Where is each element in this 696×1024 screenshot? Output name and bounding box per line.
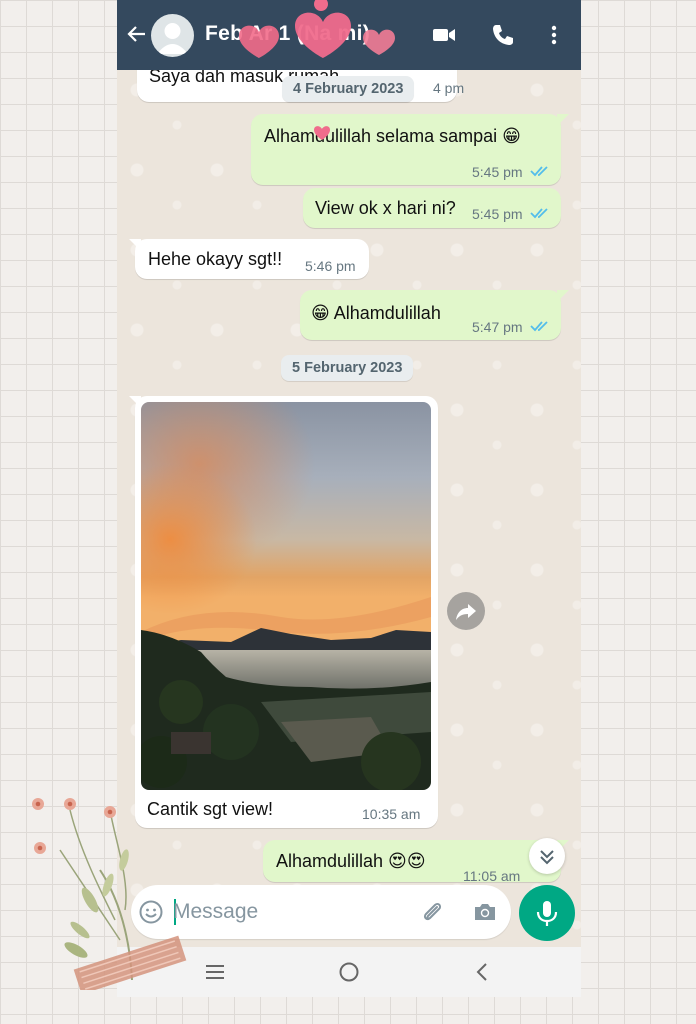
message-time: 10:35 am (362, 806, 421, 822)
date-separator: 5 February 2023 (281, 355, 414, 381)
avatar[interactable] (151, 14, 194, 57)
message-bubble-outgoing[interactable]: Alhamdulillah 😍😍 11:05 am (263, 840, 561, 882)
default-avatar-icon (157, 23, 188, 54)
message-text: Alhamdulillah selama sampai 😁 (264, 126, 521, 146)
message-text: Hehe okayy sgt!! (148, 249, 283, 269)
scroll-to-bottom-button[interactable] (529, 838, 565, 874)
double-chevron-down-icon (540, 850, 554, 865)
microphone-icon (536, 901, 558, 926)
message-input[interactable] (173, 897, 413, 927)
contact-name[interactable]: Feb Ar 1 (Na mi) (205, 22, 370, 46)
message-bubble-incoming[interactable]: Hehe okayy sgt!! 5:46 pm (135, 239, 369, 279)
sunset-photo-image (141, 402, 431, 790)
sunset-photo[interactable] (141, 402, 431, 790)
chat-header: Feb Ar 1 (Na mi) (117, 0, 581, 70)
camera-icon[interactable] (471, 898, 499, 926)
message-time: 5:46 pm (305, 258, 356, 274)
message-text: 😁 Alhamdulillah (311, 303, 441, 323)
message-time: 5:45 pm (472, 206, 523, 222)
image-caption: Cantik sgt view! (147, 799, 274, 819)
more-vertical-icon[interactable] (541, 22, 567, 48)
image-message-bubble[interactable]: Cantik sgt view! 10:35 am (135, 396, 438, 828)
voice-message-button[interactable] (519, 885, 575, 941)
read-ticks-icon (530, 208, 548, 219)
chat-screen: Saya dah masuk rumah 4 pm 4 February 202… (117, 0, 581, 997)
message-time: 5:47 pm (472, 319, 523, 335)
video-camera-icon[interactable] (431, 22, 457, 48)
message-bubble-outgoing[interactable]: View ok x hari ni? 5:45 pm (303, 188, 561, 228)
forward-button[interactable] (447, 592, 485, 630)
message-time: 11:05 am (463, 868, 521, 882)
share-icon (456, 604, 476, 620)
recent-apps-icon[interactable] (203, 960, 227, 984)
message-time: 4 pm (433, 80, 465, 96)
read-ticks-icon (530, 166, 548, 177)
message-text: Alhamdulillah 😍😍 (276, 851, 426, 871)
emoji-icon[interactable] (138, 899, 164, 925)
phone-icon[interactable] (490, 22, 516, 48)
arrow-left-icon[interactable] (125, 22, 149, 46)
paperclip-icon[interactable] (418, 898, 446, 926)
message-time: 5:45 pm (472, 164, 523, 180)
message-text: View ok x hari ni? (315, 198, 456, 218)
system-navigation-bar (117, 947, 581, 997)
date-separator: 4 February 2023 (282, 76, 415, 102)
nav-back-icon[interactable] (471, 960, 495, 984)
read-ticks-icon (530, 321, 548, 332)
home-circle-icon[interactable] (337, 960, 361, 984)
message-bubble-outgoing[interactable]: Alhamdulillah selama sampai 😁 5:45 pm (251, 114, 561, 185)
message-bubble-outgoing[interactable]: 😁 Alhamdulillah 5:47 pm (300, 290, 561, 340)
message-composer (131, 885, 511, 939)
